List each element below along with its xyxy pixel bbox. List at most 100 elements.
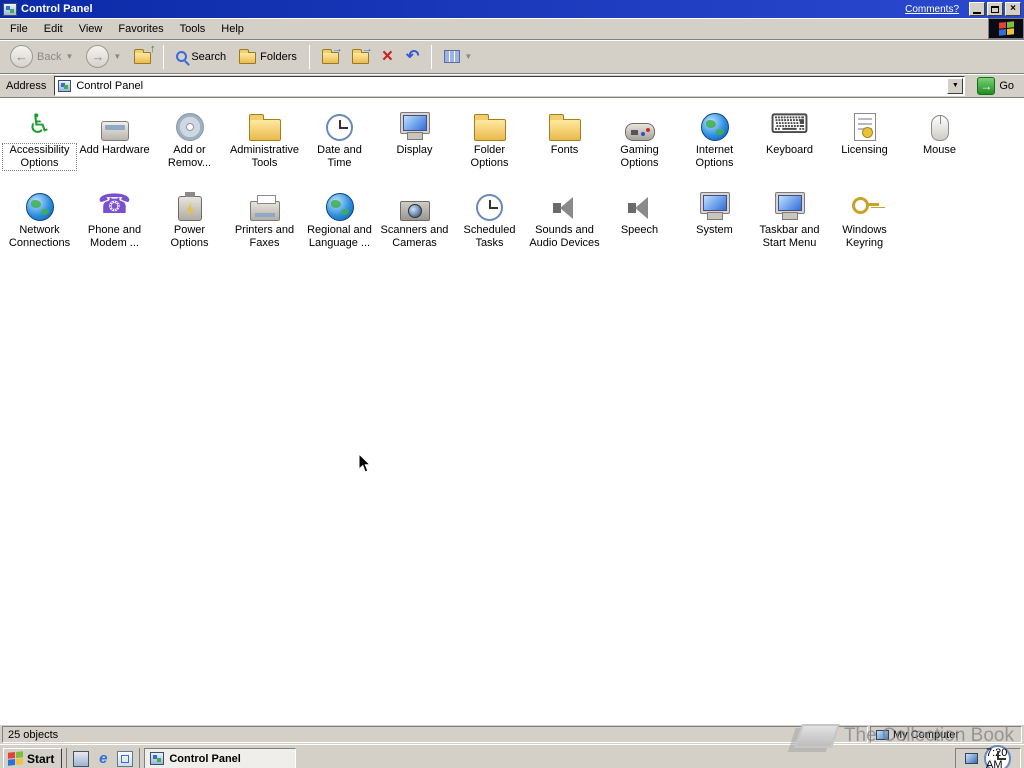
item-icon-holder [850, 185, 880, 221]
control-panel-item[interactable]: Power Options [152, 182, 227, 262]
item-label: Administrative Tools [229, 144, 300, 169]
quick-launch-bar: e [66, 747, 141, 768]
back-button[interactable]: ← Back ▼ [5, 43, 78, 71]
control-panel-window-icon [3, 2, 17, 16]
item-label: Power Options [170, 224, 209, 249]
item-icon-holder [774, 185, 805, 221]
control-panel-item[interactable]: Windows Keyring [827, 182, 902, 262]
control-panel-item[interactable]: Scanners and Cameras [377, 182, 452, 262]
item-label: Fonts [550, 144, 579, 156]
item-label: Phone and Modem ... [87, 224, 142, 249]
views-button[interactable]: ▼ [439, 43, 477, 71]
start-button[interactable]: Start [3, 747, 63, 768]
task-label: Control Panel [169, 752, 241, 765]
control-panel-item[interactable]: Display [377, 102, 452, 182]
task-control-panel-icon [150, 752, 165, 765]
taskbar-task-control-panel[interactable]: Control Panel [144, 747, 297, 768]
windows-logo-throbber [988, 18, 1024, 39]
address-dropdown-button[interactable]: ▼ [947, 77, 964, 94]
minimize-icon [973, 12, 981, 14]
control-panel-item[interactable]: System [677, 182, 752, 262]
restore-icon [991, 5, 999, 13]
menu-file[interactable]: File [2, 20, 36, 38]
menu-help[interactable]: Help [213, 20, 252, 38]
control-panel-item[interactable]: Network Connections [2, 182, 77, 262]
control-panel-item[interactable]: Add or Remov... [152, 102, 227, 182]
move-arrow-icon: → [331, 43, 343, 55]
phone-and-modem-icon: ☎ [97, 189, 132, 220]
minimize-button[interactable] [969, 2, 985, 16]
menu-tools[interactable]: Tools [172, 20, 214, 38]
delete-button[interactable]: × [377, 43, 398, 71]
control-panel-item[interactable]: Regional and Language ... [302, 182, 377, 262]
title-bar[interactable]: Control Panel Comments? × [0, 0, 1024, 18]
internet-options-icon [700, 113, 729, 141]
views-icon [444, 50, 461, 63]
undo-button[interactable]: ↶ [401, 43, 424, 71]
window-title: Control Panel [21, 3, 93, 15]
item-icon-holder [326, 105, 353, 141]
control-panel-item[interactable]: Mouse [902, 102, 977, 182]
network-connections-icon [25, 193, 54, 221]
item-icon-holder [325, 185, 354, 221]
menu-edit[interactable]: Edit [36, 20, 71, 38]
item-icon-holder [473, 105, 506, 141]
move-to-button[interactable]: → [317, 43, 344, 71]
back-dropdown-icon[interactable]: ▼ [65, 52, 73, 61]
menu-favorites[interactable]: Favorites [110, 20, 171, 38]
item-label: Keyboard [765, 144, 814, 156]
control-panel-item[interactable]: Sounds and Audio Devices [527, 182, 602, 262]
control-panel-item[interactable]: Fonts [527, 102, 602, 182]
control-panel-item[interactable]: ♿ Accessibility Options [2, 102, 77, 182]
control-panel-item[interactable]: Folder Options [452, 102, 527, 182]
address-combo-box[interactable]: Control Panel ▼ [54, 75, 966, 96]
control-panel-item[interactable]: Date and Time [302, 102, 377, 182]
system-icon [699, 192, 730, 214]
close-button[interactable]: × [1005, 2, 1021, 16]
item-label: System [696, 224, 733, 236]
folder-view[interactable]: ♿ Accessibility Options Add Hardware Add… [0, 98, 1024, 724]
undo-icon: ↶ [405, 47, 420, 65]
licensing-icon [853, 113, 876, 141]
forward-dropdown-icon[interactable]: ▼ [113, 52, 121, 61]
copy-to-button[interactable]: → [347, 43, 374, 71]
scanners-and-cameras-icon [399, 201, 430, 221]
item-label: Gaming Options [620, 144, 659, 169]
item-label: Display [396, 144, 433, 156]
comments-link[interactable]: Comments? [905, 4, 959, 15]
status-bar: 25 objects My Computer [0, 724, 1024, 744]
add-hardware-icon [100, 121, 129, 141]
window-controls: × [969, 2, 1021, 16]
go-button[interactable]: → Go [971, 76, 1020, 95]
show-desktop-icon[interactable] [73, 750, 90, 767]
control-panel-item[interactable]: Add Hardware [77, 102, 152, 182]
taskbar: Start e Control Panel 7:20 AM [0, 744, 1024, 768]
forward-button[interactable]: → ▼ [81, 43, 126, 71]
item-label: Internet Options [695, 144, 734, 169]
toolbar-separator [163, 44, 165, 69]
control-panel-item[interactable]: Printers and Faxes [227, 182, 302, 262]
folders-button[interactable]: Folders [234, 43, 302, 71]
control-panel-item[interactable]: Speech [602, 182, 677, 262]
item-icon-holder [930, 105, 949, 141]
control-panel-item[interactable]: Licensing [827, 102, 902, 182]
address-value[interactable]: Control Panel [76, 80, 942, 92]
folder-options-icon [473, 114, 506, 141]
control-panel-item[interactable]: Gaming Options [602, 102, 677, 182]
tray-display-icon[interactable] [965, 753, 978, 764]
outlook-express-icon[interactable] [117, 750, 134, 767]
control-panel-item[interactable]: Internet Options [677, 102, 752, 182]
control-panel-item[interactable]: ☎ Phone and Modem ... [77, 182, 152, 262]
item-icon-holder [624, 105, 655, 141]
control-panel-item[interactable]: Administrative Tools [227, 102, 302, 182]
control-panel-item[interactable]: ⌨ Keyboard [752, 102, 827, 182]
menu-view[interactable]: View [71, 20, 111, 38]
sounds-and-audio-devices-icon [551, 195, 579, 221]
move-to-icon: → [321, 43, 343, 64]
internet-explorer-icon[interactable]: e [95, 750, 111, 767]
control-panel-item[interactable]: Taskbar and Start Menu [752, 182, 827, 262]
restore-button[interactable] [987, 2, 1003, 16]
search-button[interactable]: Search [171, 43, 231, 71]
up-button[interactable]: ↑ [129, 43, 156, 71]
control-panel-item[interactable]: Scheduled Tasks [452, 182, 527, 262]
